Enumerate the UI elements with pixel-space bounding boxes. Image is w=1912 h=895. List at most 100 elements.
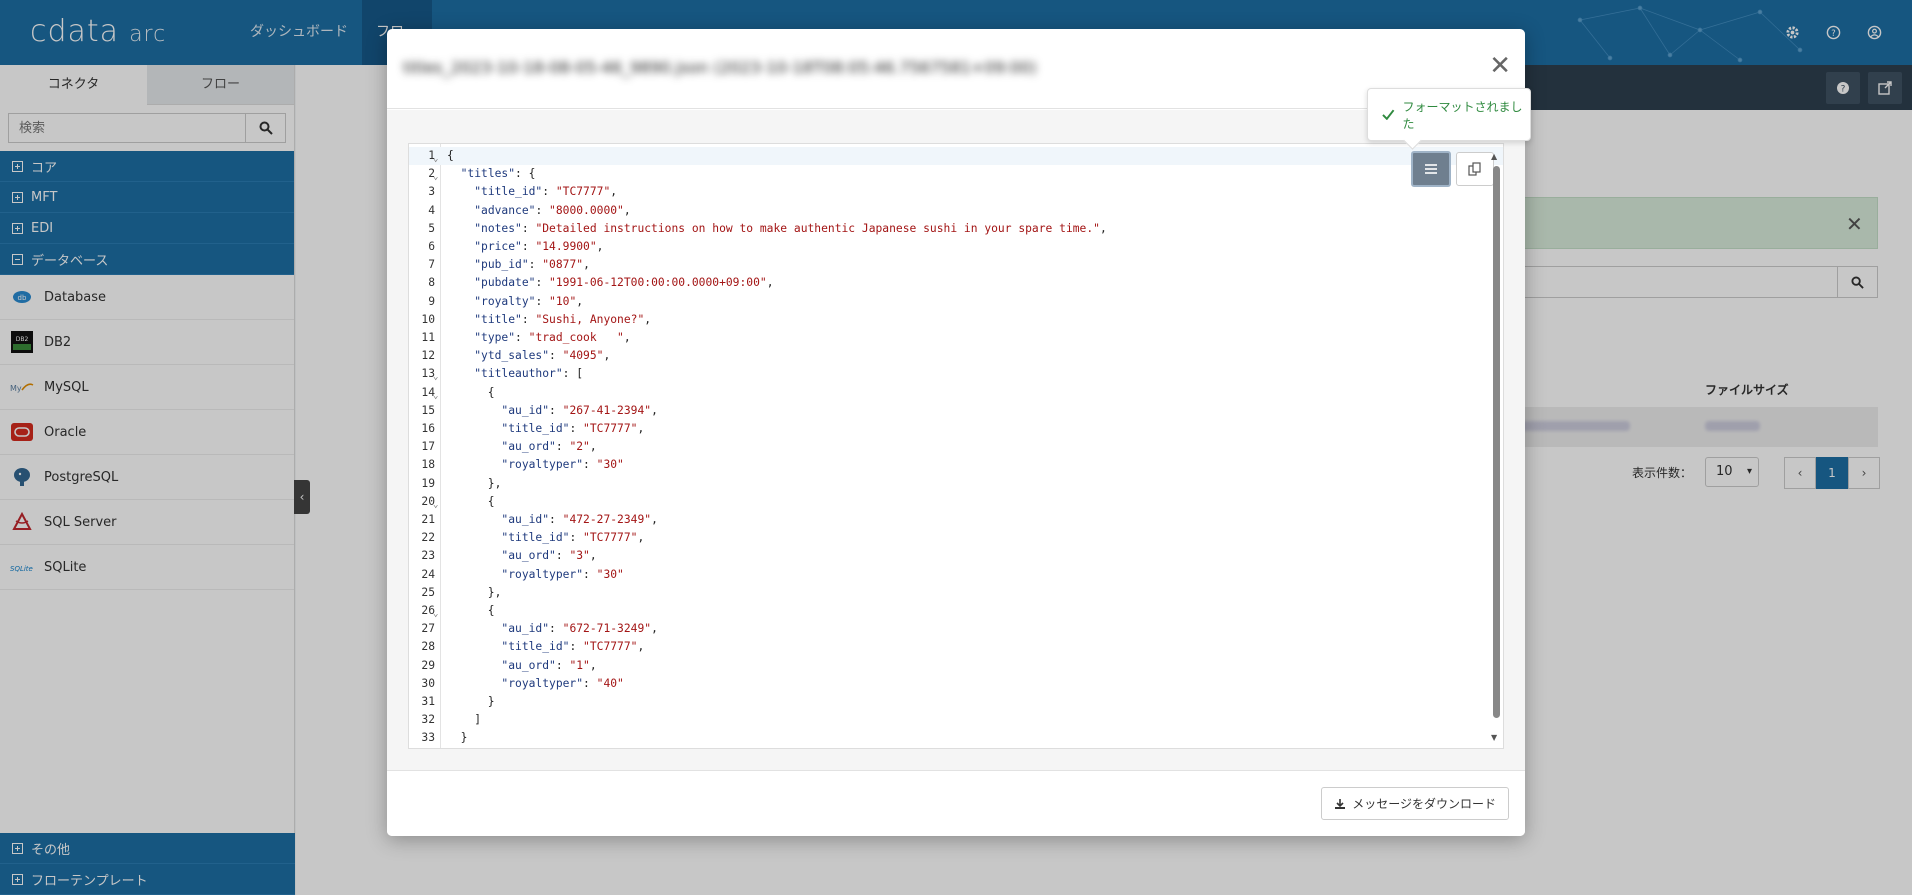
json-punctuation: :: [583, 567, 597, 581]
checkmark-icon: [1382, 109, 1395, 120]
json-punctuation: },: [447, 476, 502, 490]
editor-line[interactable]: 30 "royaltyper": "40": [409, 675, 1503, 693]
editor-line[interactable]: 23 "au_ord": "3",: [409, 547, 1503, 565]
editor-line[interactable]: 24 "royaltyper": "30": [409, 566, 1503, 584]
modal-close-button[interactable]: ✕: [1489, 53, 1511, 79]
editor-line[interactable]: 13 ⌄ "titleauthor": [: [409, 365, 1503, 383]
editor-line[interactable]: 6 "price": "14.9900",: [409, 238, 1503, 256]
json-punctuation: : [: [562, 367, 584, 381]
format-button[interactable]: [1411, 151, 1451, 187]
json-punctuation: :: [521, 240, 536, 253]
json-punctuation: ,: [766, 276, 774, 290]
editor-line[interactable]: 26 ⌄ {: [409, 602, 1503, 620]
editor-scrollbar[interactable]: ▲ ▼: [1491, 152, 1501, 742]
line-number: 8: [428, 276, 435, 290]
json-key: "au_id": [501, 403, 550, 417]
code-text: "title": "Sushi, Anyone?",: [447, 311, 651, 329]
modal-title: titles_2023-10-18-08-05-46_9890.json (20…: [403, 58, 1037, 77]
editor-line[interactable]: 18 "royaltyper": "30": [409, 456, 1503, 474]
editor-line[interactable]: 11 "type": "trad_cook ",: [409, 329, 1503, 347]
line-number: 14: [421, 385, 435, 399]
json-string: "2": [569, 440, 590, 454]
editor-line[interactable]: 31 }: [409, 693, 1503, 711]
json-key: "au_id": [501, 622, 550, 636]
json-punctuation: :: [549, 622, 563, 636]
line-number: 12: [421, 349, 435, 363]
editor-line[interactable]: 28 "title_id": "TC7777",: [409, 638, 1503, 656]
editor-line[interactable]: 5 "notes": "Detailed instructions on how…: [409, 220, 1503, 238]
line-number: 24: [421, 567, 435, 581]
json-string: "trad_cook ": [528, 331, 624, 344]
json-punctuation: [447, 258, 474, 271]
line-number: 25: [421, 585, 435, 599]
editor-line[interactable]: 19 },: [409, 475, 1503, 493]
json-punctuation: :: [521, 312, 536, 326]
editor-line[interactable]: 25 },: [409, 584, 1503, 602]
download-message-button[interactable]: メッセージをダウンロード: [1321, 787, 1509, 820]
json-punctuation: [447, 440, 501, 453]
scroll-down-arrow[interactable]: ▼: [1491, 733, 1497, 742]
editor-line[interactable]: 21 "au_id": "472-27-2349",: [409, 511, 1503, 529]
json-punctuation: {: [447, 385, 495, 399]
editor-line[interactable]: 15 "au_id": "267-41-2394",: [409, 402, 1503, 420]
json-key: "royaltyper": [501, 458, 584, 472]
code-text: }: [447, 748, 454, 749]
editor-line[interactable]: 14 ⌄ {: [409, 384, 1503, 402]
line-number: 10: [421, 312, 435, 326]
json-punctuation: :: [549, 349, 563, 363]
editor-line[interactable]: 3 "title_id": "TC7777",: [409, 183, 1503, 201]
editor-line[interactable]: 17 "au_ord": "2",: [409, 438, 1503, 456]
json-punctuation: ,: [623, 331, 631, 344]
copy-button[interactable]: [1456, 152, 1494, 186]
line-number: 23: [421, 549, 435, 563]
scroll-up-arrow[interactable]: ▲: [1491, 152, 1497, 161]
editor-line[interactable]: 16 "title_id": "TC7777",: [409, 420, 1503, 438]
json-punctuation: : {: [515, 167, 536, 181]
code-text: "au_id": "267-41-2394",: [447, 402, 657, 420]
editor-line[interactable]: 4 "advance": "8000.0000",: [409, 202, 1503, 220]
editor-line[interactable]: 1 ⌄{: [409, 147, 1503, 166]
code-text: "notes": "Detailed instructions on how t…: [447, 220, 1107, 238]
editor-line[interactable]: 2 ⌄ "titles": {: [409, 165, 1503, 183]
json-key: "pubdate": [474, 276, 536, 290]
code-text: {: [447, 493, 495, 511]
editor-line[interactable]: 22 "title_id": "TC7777",: [409, 529, 1503, 547]
json-punctuation: ]: [447, 713, 482, 727]
json-punctuation: :: [569, 531, 584, 545]
editor-line[interactable]: 9 "royalty": "10",: [409, 293, 1503, 311]
line-number: 26: [421, 604, 435, 617]
editor-line[interactable]: 7 "pub_id": "0877",: [409, 256, 1503, 274]
line-number: 34: [409, 748, 435, 749]
editor-line[interactable]: 33 }: [409, 729, 1503, 747]
json-string: "Detailed instructions on how to make au…: [535, 221, 1100, 235]
json-key: "au_id": [501, 513, 550, 526]
editor-line[interactable]: 10 "title": "Sushi, Anyone?",: [409, 311, 1503, 329]
json-string: "672-71-3249": [562, 622, 652, 636]
line-number: 29: [421, 658, 435, 672]
modal-footer: メッセージをダウンロード: [387, 770, 1525, 836]
json-string: "TC7777": [583, 422, 638, 435]
code-text: "pubdate": "1991-06-12T00:00:00.0000+09:…: [447, 274, 774, 292]
json-punctuation: :: [583, 458, 597, 472]
line-number: 3: [428, 185, 435, 199]
editor-line[interactable]: 12 "ytd_sales": "4095",: [409, 347, 1503, 365]
format-success-tooltip: フォーマットされました: [1367, 88, 1531, 141]
json-punctuation: ,: [623, 203, 631, 217]
download-label: メッセージをダウンロード: [1352, 797, 1496, 811]
scroll-thumb[interactable]: [1493, 166, 1500, 718]
json-punctuation: {: [447, 149, 454, 162]
editor-line[interactable]: 29 "au_ord": "1",: [409, 657, 1503, 675]
json-string: "30": [596, 458, 624, 472]
line-number: 17: [421, 440, 435, 454]
editor-line[interactable]: 8 "pubdate": "1991-06-12T00:00:00.0000+0…: [409, 274, 1503, 292]
editor-line[interactable]: 27 "au_id": "672-71-3249",: [409, 620, 1503, 638]
line-number: 33: [421, 731, 435, 745]
editor-line[interactable]: 32 ]: [409, 711, 1503, 729]
json-string: "10": [549, 294, 577, 308]
json-editor[interactable]: 1 ⌄{2 ⌄ "titles": {3 "title_id": "TC7777",…: [408, 143, 1504, 749]
code-text: "titles": {: [447, 165, 536, 183]
editor-line[interactable]: 20 ⌄ {: [409, 493, 1503, 511]
json-punctuation: [447, 167, 461, 180]
editor-line[interactable]: 34}: [409, 748, 1503, 749]
line-number: 16: [421, 422, 435, 435]
